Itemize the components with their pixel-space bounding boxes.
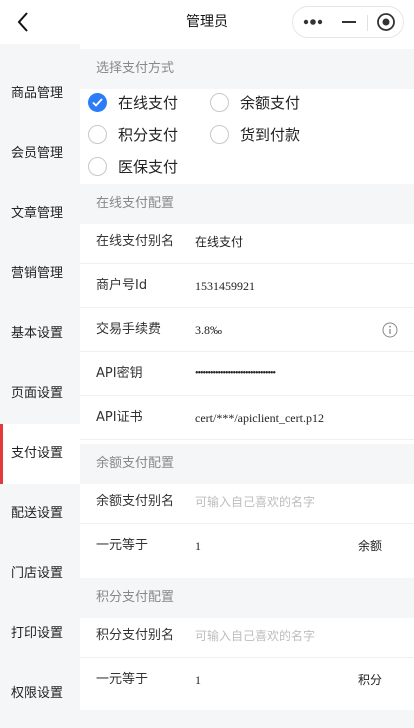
field-label: API密钥 [96, 366, 143, 381]
radio-label: 在线支付 [118, 93, 179, 112]
sidebar-item-payment-settings[interactable]: 支付设置 [0, 424, 80, 484]
sidebar-item-print-settings[interactable]: 打印设置 [0, 604, 80, 664]
sidebar-item-delivery-settings[interactable]: 配送设置 [0, 484, 80, 544]
sidebar-item-store-settings[interactable]: 门店设置 [0, 544, 80, 604]
field-label: API证书 [96, 410, 143, 425]
transaction-fee-row: 交易手续费 3.8‰ [80, 308, 414, 352]
radio-points-pay[interactable]: 积分支付 [88, 123, 178, 145]
balance-unit-label: 余额 [357, 539, 382, 553]
sidebar-item-articles[interactable]: 文章管理 [0, 184, 80, 244]
checkmark-icon [88, 92, 107, 112]
mini-program-capsule [292, 6, 404, 38]
sidebar-item-goods[interactable]: 商品管理 [0, 64, 80, 124]
radio-label: 积分支付 [118, 125, 179, 144]
radio-balance-pay[interactable]: 余额支付 [210, 91, 300, 113]
sidebar-item-members[interactable]: 会员管理 [0, 124, 80, 184]
field-label: 一元等于 [96, 538, 149, 553]
radio-circle-icon [88, 124, 107, 144]
points-unit-label: 积分 [357, 673, 382, 687]
field-label: 交易手续费 [96, 322, 162, 337]
close-target-icon[interactable] [368, 7, 405, 37]
radio-label: 余额支付 [240, 93, 301, 112]
sidebar-item-page-settings[interactable]: 页面设置 [0, 364, 80, 424]
section-header-next [80, 710, 414, 728]
field-label: 余额支付别名 [96, 494, 175, 509]
field-label: 一元等于 [96, 672, 149, 687]
radio-cash-on-delivery[interactable]: 货到付款 [210, 123, 300, 145]
balance-rate-input[interactable]: 1 [195, 524, 201, 568]
radio-online-pay[interactable]: 在线支付 [88, 91, 178, 113]
points-alias-row[interactable]: 积分支付别名 可输入自己喜欢的名字 [80, 614, 414, 658]
radio-circle-icon [210, 124, 229, 144]
section-header-online-config: 在线支付配置 [80, 184, 414, 224]
points-rate-row[interactable]: 一元等于 1 积分 [80, 658, 414, 706]
section-header-points-config: 积分支付配置 [80, 578, 414, 618]
sidebar: 商品管理 会员管理 文章管理 营销管理 基本设置 页面设置 支付设置 配送设置 … [0, 44, 80, 728]
main-content: 选择支付方式 在线支付 余额支付 积分支付 货到付款 医保支付 在线支付配置 在… [80, 44, 414, 728]
balance-rate-row[interactable]: 一元等于 1 余额 [80, 524, 414, 572]
points-rate-input[interactable]: 1 [195, 658, 201, 702]
points-alias-input[interactable]: 可输入自己喜欢的名字 [195, 614, 315, 658]
transaction-fee-value: 3.8‰ [195, 323, 222, 337]
sidebar-item-permission-settings[interactable]: 权限设置 [0, 664, 80, 724]
api-cert-row[interactable]: API证书 cert/***/apiclient_cert.p12 [80, 396, 414, 440]
balance-alias-input[interactable]: 可输入自己喜欢的名字 [195, 480, 315, 524]
field-label: 在线支付别名 [96, 234, 175, 249]
balance-alias-row[interactable]: 余额支付别名 可输入自己喜欢的名字 [80, 480, 414, 524]
more-dots-icon[interactable] [293, 7, 330, 37]
field-label: 积分支付别名 [96, 628, 175, 643]
navigation-bar: 管理员 [0, 0, 414, 44]
radio-circle-icon [88, 156, 107, 176]
sidebar-item-basic-settings[interactable]: 基本设置 [0, 304, 80, 364]
online-alias-value[interactable]: 在线支付 [195, 220, 243, 264]
info-icon[interactable] [382, 322, 398, 338]
minimize-icon[interactable] [330, 7, 367, 37]
sidebar-item-marketing[interactable]: 营销管理 [0, 244, 80, 304]
radio-medical-insurance-pay[interactable]: 医保支付 [88, 155, 178, 177]
api-cert-value[interactable]: cert/***/apiclient_cert.p12 [195, 396, 324, 440]
api-key-value[interactable]: •••••••••••••••••••••••••••••••• [195, 352, 276, 396]
api-key-row[interactable]: API密钥 •••••••••••••••••••••••••••••••• [80, 352, 414, 396]
online-alias-row[interactable]: 在线支付别名 在线支付 [80, 220, 414, 264]
section-header-balance-config: 余额支付配置 [80, 444, 414, 484]
section-header-pay-methods: 选择支付方式 [80, 49, 414, 89]
merchant-id-row[interactable]: 商户号Id 1531459921 [80, 264, 414, 308]
field-label: 商户号Id [96, 278, 148, 293]
merchant-id-value[interactable]: 1531459921 [195, 264, 255, 308]
radio-label: 医保支付 [118, 157, 179, 176]
radio-circle-icon [210, 92, 229, 112]
radio-label: 货到付款 [240, 125, 301, 144]
